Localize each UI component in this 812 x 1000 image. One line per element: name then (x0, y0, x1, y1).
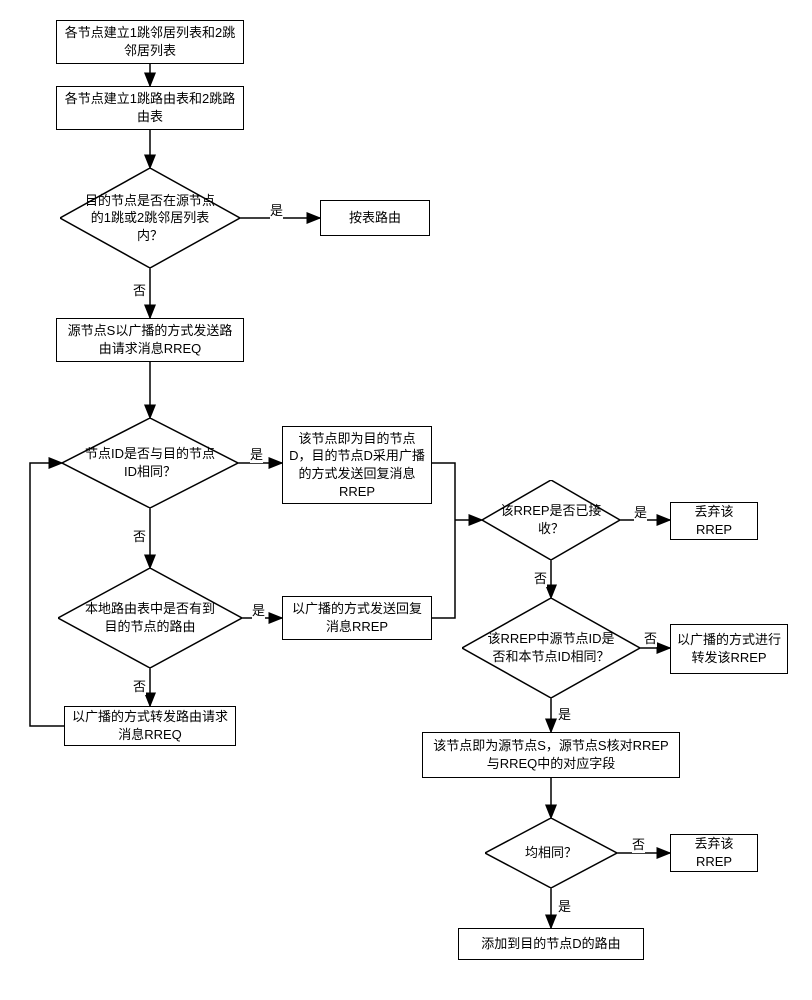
edge-label-no: 否 (133, 676, 146, 695)
node-n3: 按表路由 (320, 200, 430, 236)
node-n11: 丢弃该RREP (670, 834, 758, 872)
node-label: 该节点即为目的节点D，目的节点D采用广播的方式发送回复消息RREP (289, 430, 425, 500)
edge-label-no: 否 (133, 526, 146, 545)
node-n5: 该节点即为目的节点D，目的节点D采用广播的方式发送回复消息RREP (282, 426, 432, 504)
edge-label-yes: 是 (558, 704, 571, 723)
node-label: 本地路由表中是否有到目的节点的路由 (80, 600, 220, 635)
node-label: 各节点建立1跳邻居列表和2跳邻居列表 (63, 24, 237, 59)
decision-d3: 本地路由表中是否有到目的节点的路由 (58, 568, 242, 668)
node-n10: 该节点即为源节点S，源节点S核对RREP与RREQ中的对应字段 (422, 732, 680, 778)
node-label: 源节点S以广播的方式发送路由请求消息RREQ (63, 322, 237, 357)
decision-d1: 目的节点是否在源节点的1跳或2跳邻居列表内？ (60, 168, 240, 268)
decision-d4: 该RREP是否已接收？ (482, 480, 620, 560)
node-n9: 以广播的方式进行转发该RREP (670, 624, 788, 674)
edge-label-no: 否 (133, 280, 146, 299)
node-label: 按表路由 (349, 209, 401, 227)
edge-label-no: 否 (644, 628, 657, 647)
node-n2: 各节点建立1跳路由表和2跳路由表 (56, 86, 244, 130)
node-label: 丢弃该RREP (677, 503, 751, 538)
node-label: 添加到目的节点D的路由 (481, 935, 620, 953)
node-label: 丢弃该RREP (677, 835, 751, 870)
decision-d2: 节点ID是否与目的节点ID相同？ (62, 418, 238, 508)
node-label: 以广播的方式发送回复消息RREP (289, 600, 425, 635)
node-label: 目的节点是否在源节点的1跳或2跳邻居列表内？ (82, 192, 219, 245)
edge-label-no: 否 (534, 568, 547, 587)
edge-label-no: 否 (632, 834, 645, 853)
edge-label-yes: 是 (634, 502, 647, 521)
node-label: 以广播的方式转发路由请求消息RREQ (71, 708, 229, 743)
node-n4: 源节点S以广播的方式发送路由请求消息RREQ (56, 318, 244, 362)
node-label: 该RREP是否已接收？ (499, 502, 604, 537)
node-label: 以广播的方式进行转发该RREP (677, 631, 781, 666)
edge-label-yes: 是 (558, 896, 571, 915)
node-label: 节点ID是否与目的节点ID相同？ (83, 445, 217, 480)
node-label: 该RREP中源节点ID是否和本节点ID相同？ (483, 630, 618, 665)
node-n8: 丢弃该RREP (670, 502, 758, 540)
edge-label-yes: 是 (250, 444, 263, 463)
node-n1: 各节点建立1跳邻居列表和2跳邻居列表 (56, 20, 244, 64)
edge-label-yes: 是 (270, 200, 283, 219)
node-label: 各节点建立1跳路由表和2跳路由表 (63, 90, 237, 125)
node-n7: 以广播的方式转发路由请求消息RREQ (64, 706, 236, 746)
node-label: 该节点即为源节点S，源节点S核对RREP与RREQ中的对应字段 (429, 737, 673, 772)
node-n6: 以广播的方式发送回复消息RREP (282, 596, 432, 640)
node-n12: 添加到目的节点D的路由 (458, 928, 644, 960)
decision-d6: 均相同？ (485, 818, 617, 888)
flowchart-canvas: 各节点建立1跳邻居列表和2跳邻居列表 各节点建立1跳路由表和2跳路由表 目的节点… (20, 20, 792, 980)
decision-d5: 该RREP中源节点ID是否和本节点ID相同？ (462, 598, 640, 698)
edge-label-yes: 是 (252, 600, 265, 619)
node-label: 均相同？ (525, 844, 577, 862)
